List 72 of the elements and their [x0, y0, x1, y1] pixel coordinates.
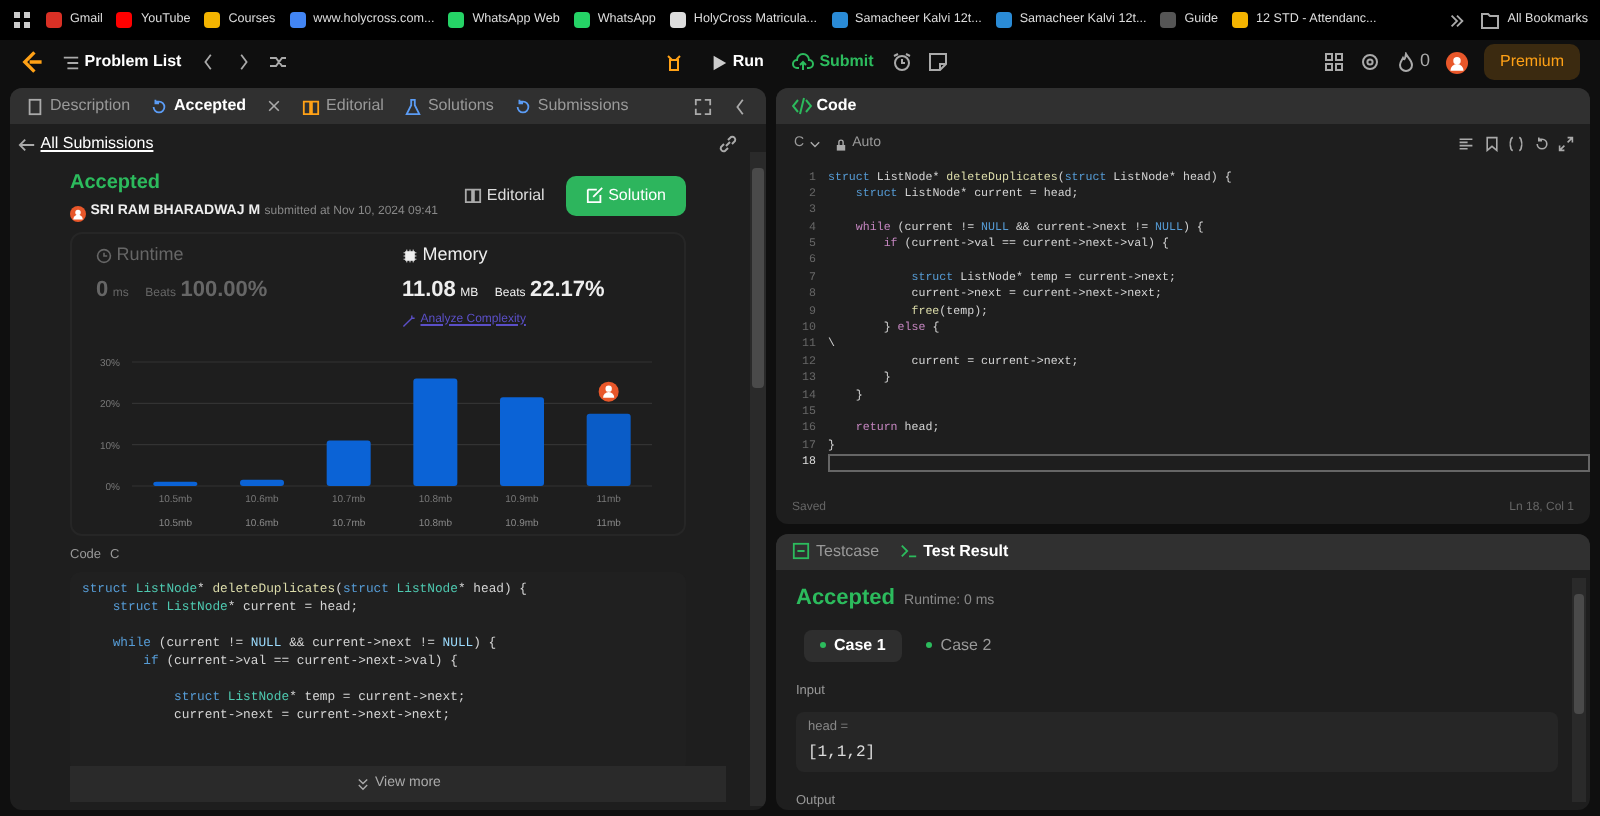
- chart-bar[interactable]: [240, 478, 284, 485]
- panel-tab[interactable]: Accepted: [150, 94, 247, 118]
- format-icon[interactable]: [1458, 136, 1474, 153]
- case-tab[interactable]: Case 2: [910, 630, 1008, 663]
- braces-icon[interactable]: [1508, 136, 1524, 153]
- flask-icon: [403, 97, 422, 115]
- layout-icon[interactable]: [1323, 52, 1344, 72]
- link-icon[interactable]: [718, 134, 738, 154]
- all-submissions-link[interactable]: All Submissions: [18, 132, 154, 156]
- editorial-button[interactable]: Editorial: [452, 181, 557, 210]
- history-icon: [513, 97, 532, 115]
- metric-title: Memory: [422, 242, 488, 269]
- panel-tab[interactable]: Editorial: [302, 94, 384, 118]
- avatar-icon[interactable]: [1445, 51, 1468, 73]
- submit-button[interactable]: Submit: [790, 48, 876, 76]
- folder-icon: [1479, 10, 1500, 30]
- lock-icon: [833, 137, 848, 152]
- premium-button[interactable]: Premium: [1483, 44, 1580, 80]
- wand-icon: [402, 313, 416, 327]
- chart-bar[interactable]: [326, 439, 371, 485]
- settings-icon[interactable]: [1359, 52, 1380, 72]
- apps-icon[interactable]: [12, 10, 32, 30]
- caret-icon: [808, 137, 823, 152]
- shuffle-icon[interactable]: [267, 52, 288, 72]
- console-tab[interactable]: Testcase: [792, 539, 880, 564]
- panel-tab[interactable]: Submissions: [513, 94, 629, 118]
- console-tab[interactable]: Test Result: [899, 539, 1009, 564]
- scrollbar[interactable]: [1572, 577, 1586, 802]
- fullscreen-icon[interactable]: [1558, 136, 1574, 153]
- chart-bar[interactable]: [153, 480, 198, 485]
- terminal-icon: [899, 542, 918, 561]
- panel-tab[interactable]: Description: [26, 94, 131, 118]
- beats-value: 22.17%: [530, 276, 605, 306]
- chevrons-down-icon: [355, 777, 370, 791]
- chip-icon: [402, 248, 418, 264]
- case-tab[interactable]: Case 1: [804, 630, 902, 663]
- book-icon: [464, 186, 483, 205]
- checkbox-icon: [792, 542, 810, 561]
- reset-icon[interactable]: [1533, 136, 1549, 153]
- panel-tab[interactable]: Solutions: [403, 94, 494, 118]
- metric-value: 0: [96, 276, 109, 306]
- user-avatar-icon: [598, 380, 619, 401]
- scrollbar[interactable]: [750, 152, 766, 806]
- run-button[interactable]: Run: [708, 48, 766, 76]
- list-icon: [62, 53, 80, 71]
- status-title: Accepted: [70, 170, 163, 198]
- close-icon[interactable]: [266, 98, 283, 114]
- metric-title: Runtime: [116, 242, 184, 269]
- expand-icon[interactable]: [694, 97, 712, 115]
- bookmark-icon[interactable]: [1483, 136, 1499, 153]
- streak-count: 0: [1419, 48, 1430, 75]
- play-icon: [710, 53, 729, 71]
- cloud-upload-icon: [792, 52, 815, 72]
- back-arrow-icon: [18, 135, 36, 153]
- history-icon: [150, 97, 169, 115]
- chevron-icon[interactable]: [1447, 11, 1466, 29]
- panel-title: Code: [816, 94, 857, 118]
- edit-icon: [585, 186, 604, 205]
- book-icon: [302, 97, 321, 115]
- param-value: [1,1,2]: [808, 741, 878, 766]
- flame-icon[interactable]: [1395, 52, 1416, 72]
- beats-value: 100.00%: [180, 276, 268, 306]
- logo-icon[interactable]: [20, 50, 44, 74]
- code-icon: [792, 96, 812, 116]
- document-icon: [26, 97, 44, 115]
- user-avatar-icon: [70, 205, 86, 221]
- note-icon[interactable]: [927, 52, 948, 72]
- clock-icon: [96, 248, 112, 264]
- result-status: Accepted: [796, 583, 896, 614]
- problem-list-button[interactable]: Problem List: [60, 48, 184, 76]
- metric-value: 11.08: [402, 276, 456, 306]
- alarm-icon[interactable]: [891, 52, 912, 72]
